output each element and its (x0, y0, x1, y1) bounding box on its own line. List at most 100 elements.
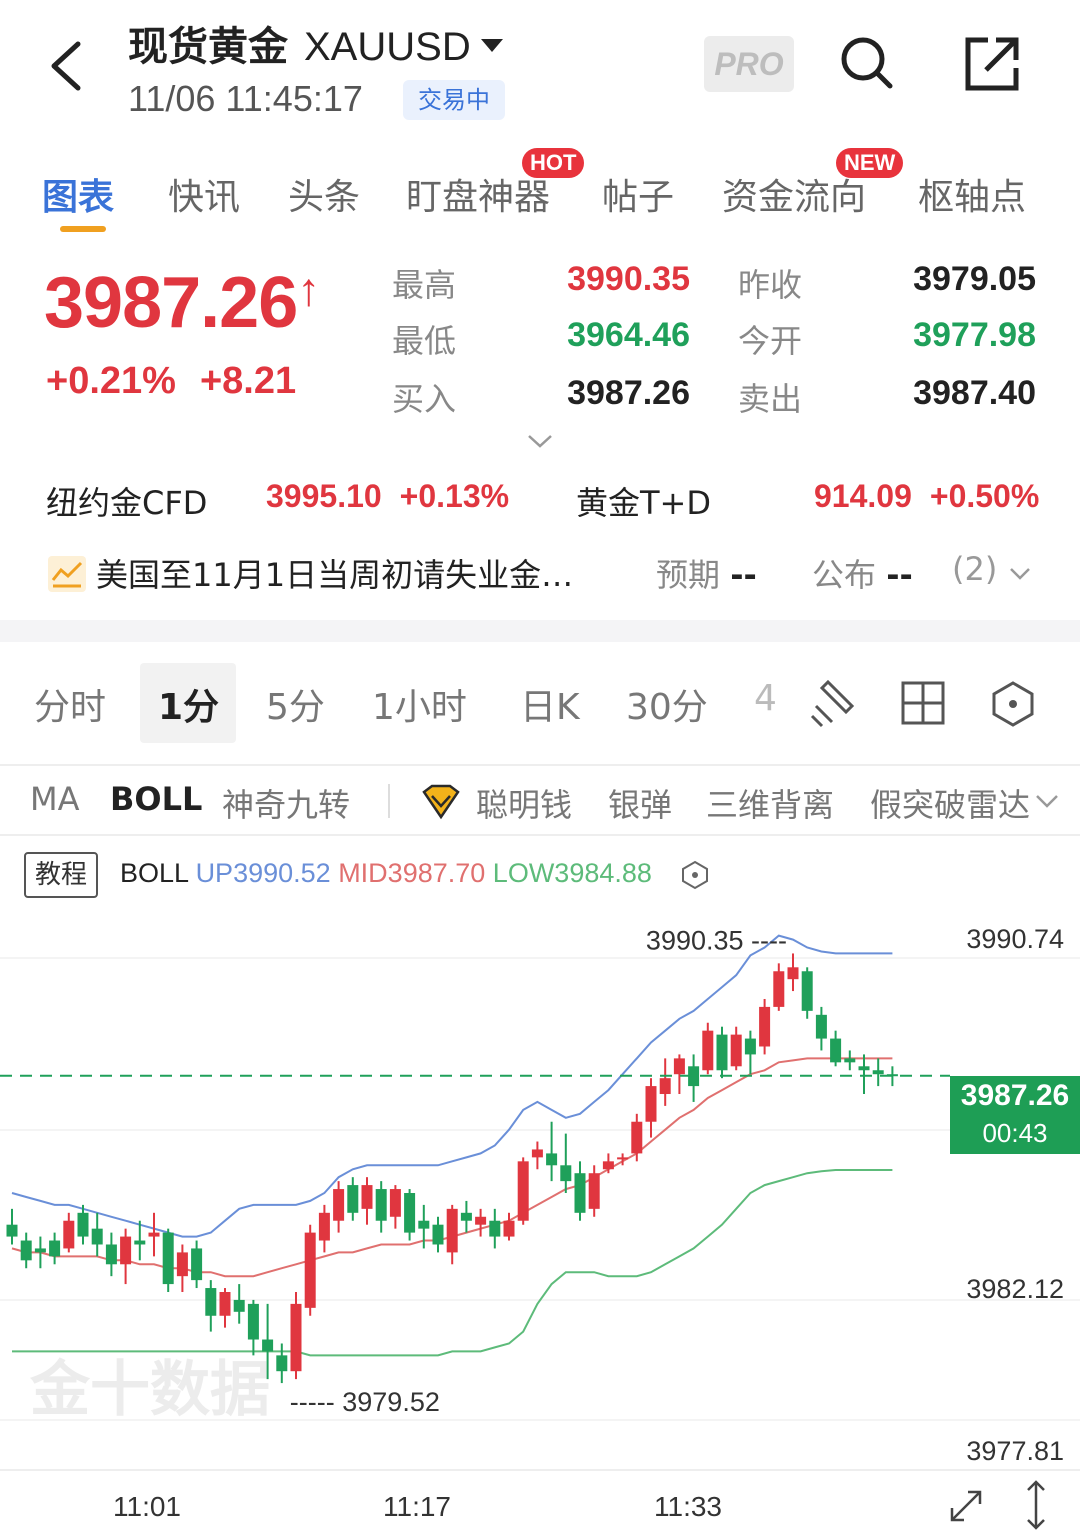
candle-body (475, 1216, 487, 1225)
candle-body (801, 971, 813, 1011)
candle-body (20, 1240, 32, 1261)
period-1min[interactable]: 1分 (158, 678, 219, 730)
ask-value: 3987.40 (913, 374, 1036, 412)
price-change: +0.21% +8.21 (46, 360, 296, 403)
candle-body (730, 1034, 742, 1067)
layout-grid-icon[interactable] (900, 680, 946, 726)
tab-pivot-points[interactable]: 枢轴点 (918, 168, 1026, 220)
candle-body (744, 1038, 756, 1055)
candle-body (219, 1292, 231, 1316)
low-value: 3964.46 (567, 316, 690, 354)
candle-body (134, 1240, 146, 1245)
low-label: 最低 (392, 322, 457, 360)
candle-body (673, 1058, 685, 1075)
candle-body (34, 1248, 46, 1253)
watermark-text: 金十数据 (30, 1355, 270, 1425)
candle-body (49, 1240, 61, 1257)
related-quote-name[interactable]: 黄金T+D (576, 478, 711, 524)
instrument-symbol: XAUUSD (304, 25, 471, 69)
candle-body (759, 1006, 771, 1047)
section-divider (0, 620, 1080, 642)
candle-body (77, 1212, 89, 1237)
related-quote-name[interactable]: 纽约金CFD (46, 478, 207, 524)
indicator-magic-nine[interactable]: 神奇九转 (222, 780, 350, 826)
high-label: 最高 (392, 266, 457, 304)
candle-body (489, 1220, 501, 1237)
instrument-title[interactable]: 现货黄金 XAUUSD (128, 14, 503, 72)
indicator-silver-bullet[interactable]: 银弹 (608, 780, 672, 826)
trading-status-badge: 交易中 (403, 80, 505, 120)
bid-value: 3987.26 (567, 374, 690, 412)
candle-countdown: 00:43 (982, 1118, 1048, 1148)
quote-datetime: 11/06 11:45:17 (128, 78, 363, 119)
separator (0, 764, 1080, 766)
candle-body (574, 1173, 586, 1213)
expand-chevron-icon[interactable] (526, 432, 554, 450)
boll-low-value: LOW3984.88 (492, 858, 652, 888)
low-annotation: ----- 3979.52 (290, 1387, 440, 1417)
actual-label: 公布 (812, 556, 877, 594)
period-daily[interactable]: 日K (520, 678, 580, 730)
fullscreen-icon[interactable] (944, 1484, 988, 1528)
candle-body (617, 1157, 629, 1160)
candle-body (105, 1244, 117, 1265)
actual-value: -- (886, 556, 913, 594)
tab-posts[interactable]: 帖子 (602, 168, 674, 220)
candle-body (602, 1161, 614, 1170)
period-4hour[interactable]: 4 (754, 678, 777, 719)
candle-body (645, 1086, 657, 1122)
tab-headlines[interactable]: 头条 (288, 168, 360, 220)
news-actual: 公布 -- (812, 550, 913, 596)
price-value: 3987.26 (44, 263, 298, 343)
candle-body (176, 1252, 188, 1277)
settings-hexagon-icon[interactable] (990, 680, 1036, 728)
candle-body (205, 1288, 217, 1316)
tab-flash-news[interactable]: 快讯 (168, 168, 240, 220)
candle-body (815, 1014, 827, 1039)
indicator-3d-divergence[interactable]: 三维背离 (706, 780, 834, 826)
vertical-scale-icon[interactable] (1016, 1478, 1056, 1532)
candle-body (659, 1078, 671, 1095)
candle-body (446, 1208, 458, 1253)
y-tick-label: 3990.74 (966, 924, 1064, 954)
period-timeshare[interactable]: 分时 (34, 678, 106, 730)
news-title[interactable]: 美国至11月1日当周初请失业金… (96, 550, 573, 596)
share-icon[interactable] (962, 34, 1022, 94)
tab-chart[interactable]: 图表 (42, 168, 114, 220)
candle-body (247, 1303, 259, 1340)
candle-body (830, 1038, 842, 1063)
candle-body (531, 1149, 543, 1158)
related-quote-value: 914.09 +0.50% (814, 478, 1039, 515)
search-icon[interactable] (836, 32, 896, 92)
x-tick-label: 11:17 (383, 1491, 451, 1522)
period-1hour[interactable]: 1小时 (372, 678, 467, 730)
candle-body (702, 1030, 714, 1071)
tutorial-button[interactable]: 教程 (24, 852, 98, 898)
related-change: +0.50% (929, 478, 1040, 514)
expected-label: 预期 (656, 556, 721, 594)
open-label: 今开 (738, 322, 803, 360)
back-arrow-icon[interactable] (44, 38, 88, 94)
bid-label: 买入 (392, 380, 457, 418)
boll-settings-icon[interactable] (680, 860, 710, 890)
boll-upper-band (11, 934, 893, 1238)
candle-body (858, 1066, 870, 1071)
indicator-false-breakout[interactable]: 假突破雷达 (870, 780, 1030, 826)
candle-body (389, 1189, 401, 1217)
chevron-down-icon[interactable] (1008, 566, 1032, 582)
pro-button[interactable]: PRO (704, 36, 794, 92)
news-count[interactable]: (2) (952, 550, 997, 588)
candlestick-chart[interactable]: 金十数据 3990.35 ---- ----- 3979.52 3990.74 3982… (0, 900, 1080, 1535)
period-30min[interactable]: 30分 (626, 678, 708, 730)
content-tabs: 图表 快讯 头条 盯盘神器 HOT 帖子 资金流向 NEW 枢轴点 (0, 148, 1080, 230)
indicator-smart-money[interactable]: 聪明钱 (476, 780, 572, 826)
chevron-down-icon[interactable] (1034, 792, 1060, 810)
draw-tool-icon[interactable] (808, 676, 860, 728)
ask-label: 卖出 (738, 380, 803, 418)
diamond-vip-icon (422, 784, 460, 820)
period-5min[interactable]: 5分 (266, 678, 325, 730)
hot-badge: HOT (522, 148, 585, 178)
indicator-boll[interactable]: BOLL (110, 780, 202, 818)
candle-body (120, 1236, 132, 1265)
indicator-ma[interactable]: MA (30, 780, 80, 818)
